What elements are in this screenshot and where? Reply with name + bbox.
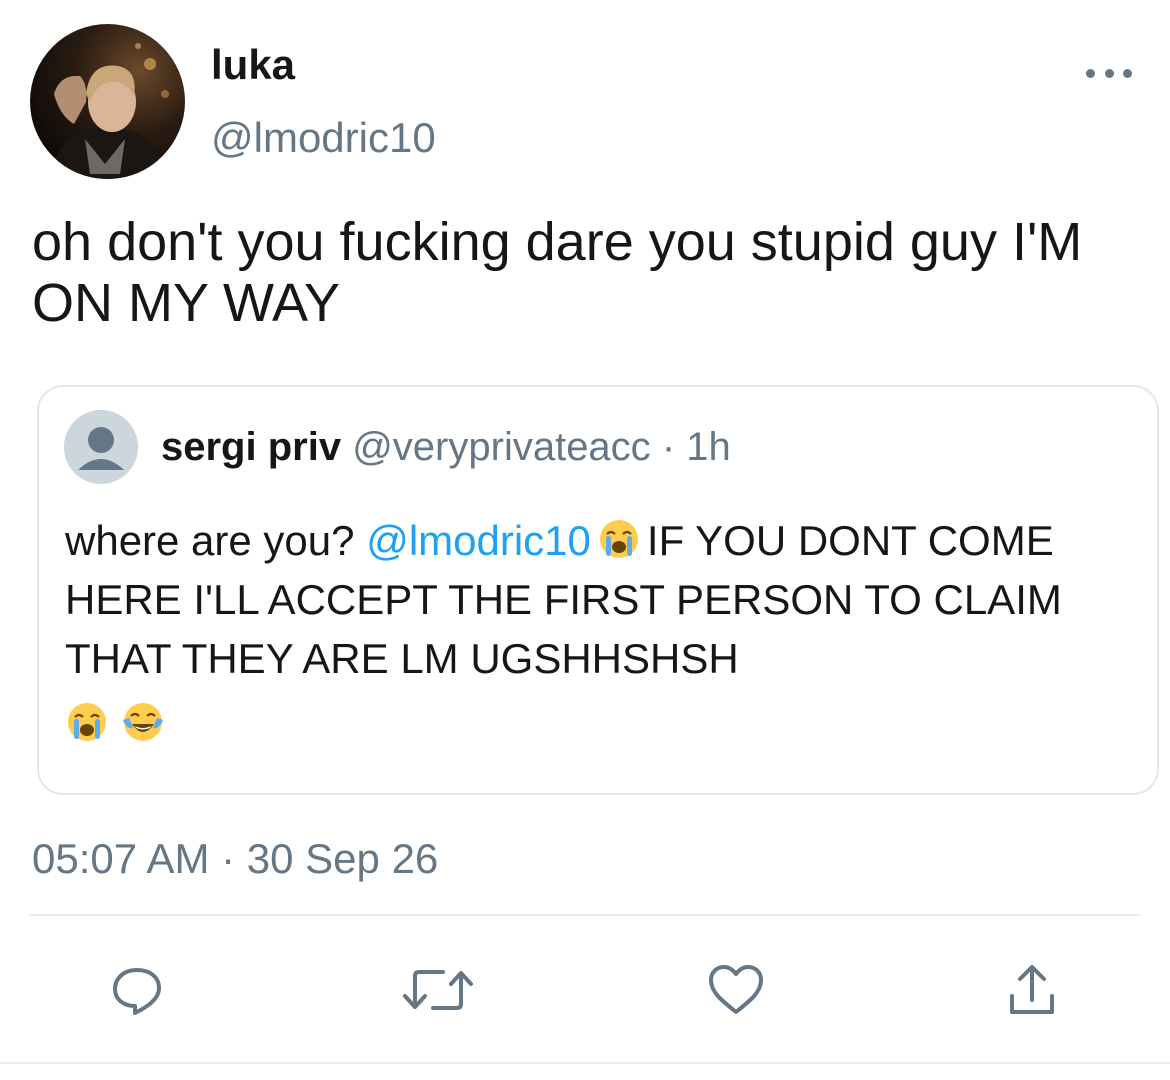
quoted-avatar[interactable] [64, 410, 138, 484]
reply-icon [113, 968, 161, 1015]
loudly-crying-face-icon [68, 703, 106, 741]
share-icon [1010, 965, 1054, 1014]
author-display-name[interactable]: luka [211, 40, 295, 90]
reply-button[interactable] [107, 960, 167, 1020]
quoted-tweet[interactable]: sergi priv @veryprivateacc · 1h where ar… [37, 385, 1159, 795]
avatar-image [30, 24, 185, 179]
retweet-icon [403, 970, 473, 1010]
share-button[interactable] [1002, 960, 1062, 1020]
quoted-text: where are you? @lmodric10 IF YOU DONT CO… [65, 511, 1125, 753]
retweet-button[interactable] [398, 960, 478, 1020]
tweet-text: oh don't you fucking dare you stupid guy… [32, 212, 1098, 333]
tears-of-joy-icon [123, 703, 163, 741]
quoted-header: sergi priv @veryprivateacc · 1h [161, 423, 731, 471]
divider [30, 914, 1140, 916]
author-avatar[interactable] [30, 24, 185, 179]
default-user-icon [64, 410, 138, 484]
like-button[interactable] [706, 960, 766, 1020]
more-dot [1123, 68, 1132, 78]
bottom-divider [0, 1062, 1170, 1064]
mention-link[interactable]: @lmodric10 [366, 517, 591, 564]
more-dot [1086, 68, 1095, 78]
tweet-timestamp[interactable]: 05:07 AM · 30 Sep 26 [32, 834, 438, 884]
quoted-text-start: where are you? [65, 517, 355, 564]
like-icon [709, 965, 763, 1014]
author-handle[interactable]: @lmodric10 [211, 113, 436, 163]
quoted-time: 1h [686, 425, 731, 469]
loudly-crying-face-icon [599, 520, 638, 558]
separator-dot: · [661, 425, 676, 469]
quoted-display-name[interactable]: sergi priv [161, 425, 341, 469]
quoted-handle[interactable]: @veryprivateacc [352, 425, 650, 469]
more-options-icon[interactable] [1086, 62, 1132, 84]
more-dot [1104, 68, 1114, 78]
